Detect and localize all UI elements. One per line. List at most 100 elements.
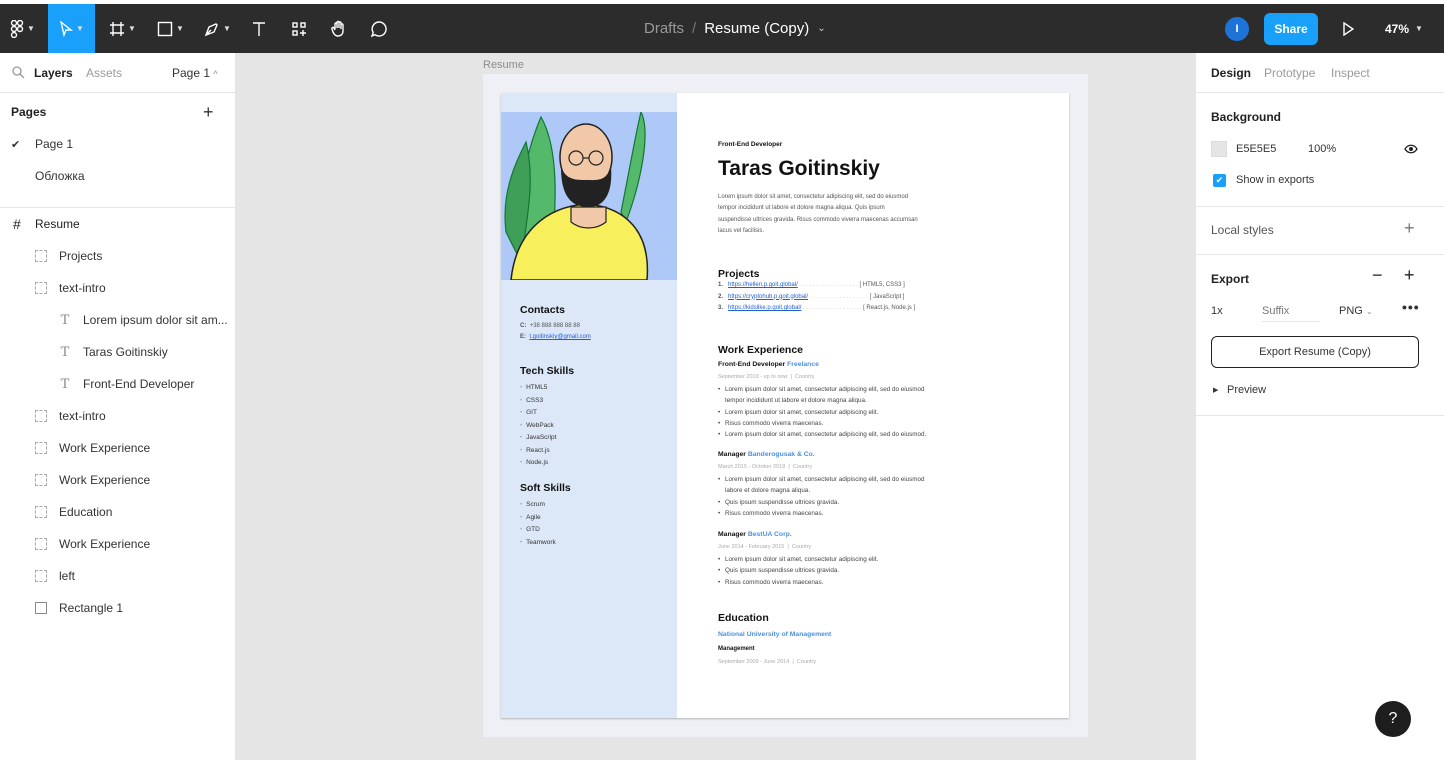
layer-item[interactable]: Rectangle 1 <box>35 592 123 624</box>
resume-sidebar: Contacts C: +38 888 888 88 88 E: t.goiti… <box>501 93 677 718</box>
chevron-down-icon[interactable]: ⌄ <box>817 23 825 34</box>
export-heading: Export <box>1211 272 1250 286</box>
layer-item[interactable]: T Front-End Developer <box>59 368 195 400</box>
skill-item: Scrum <box>520 499 556 512</box>
export-scale[interactable]: 1x <box>1211 305 1223 317</box>
bullet-item: Lorem ipsum dolor sit amet, consectetur … <box>718 384 978 396</box>
comment-tool-button[interactable] <box>364 4 394 53</box>
frame-icon <box>110 21 125 36</box>
chevron-down-icon: ⌄ <box>1365 307 1373 316</box>
skill-item: GIT <box>520 407 556 420</box>
group-icon <box>35 506 47 518</box>
phone: +38 888 888 88 88 <box>529 323 580 329</box>
chevron-down-icon: ▼ <box>223 24 231 33</box>
layer-label: text-intro <box>59 409 106 423</box>
layer-item[interactable]: Education <box>35 496 112 528</box>
layer-item[interactable]: Work Experience <box>35 432 150 464</box>
rectangle-icon <box>157 21 173 36</box>
skill-item: Teamwork <box>520 537 556 550</box>
chevron-down-icon: ▼ <box>1415 24 1423 33</box>
breadcrumb-drafts[interactable]: Drafts <box>644 20 684 37</box>
tab-prototype[interactable]: Prototype <box>1264 66 1315 80</box>
degree: Management <box>718 646 755 652</box>
bg-opacity-input[interactable]: 100% <box>1308 143 1336 155</box>
layer-item[interactable]: Projects <box>35 240 102 272</box>
dot-leader: . . . . . . . . . . . . . . . . . . <box>808 293 870 300</box>
layers-panel: Layers Assets Page 1 ^ Pages + ✔ Page 1 О… <box>0 53 236 760</box>
project-link[interactable]: https://hellen.p.goit.global/ <box>728 282 798 288</box>
search-icon[interactable] <box>12 66 25 79</box>
toolbar: ▼ ▼ ▼ ▼ ▼ Drafts / Resume (Copy) ⌄ I Sha… <box>0 0 1444 53</box>
file-name[interactable]: Resume (Copy) <box>704 20 809 37</box>
job-dates: September 2019 - up to now <box>718 374 788 380</box>
layer-label: Front-End Developer <box>83 377 195 391</box>
layer-item[interactable]: Work Experience <box>35 528 150 560</box>
layer-item[interactable]: left <box>35 560 75 592</box>
minus-icon[interactable]: − <box>1372 265 1383 286</box>
more-options-icon[interactable]: ••• <box>1402 299 1420 315</box>
tab-design[interactable]: Design <box>1211 66 1251 80</box>
job-dates-row: March 2015 - October 2018 | Country <box>718 464 812 470</box>
bullet-item: labore et dolore magna aliqua. <box>725 487 811 495</box>
project-row: 1. https://hellen.p.goit.global/ . . . .… <box>718 282 905 288</box>
suffix-input[interactable] <box>1262 300 1320 322</box>
main-menu-button[interactable]: ▼ <box>0 4 45 53</box>
bullet-item: Quis ipsum suspendisse ultrices gravida. <box>718 497 978 509</box>
job-bullets: Lorem ipsum dolor sit amet, consectetur … <box>718 554 978 588</box>
layer-item[interactable]: text-intro <box>35 400 106 432</box>
left-panel-tabs: Layers Assets Page 1 ^ <box>0 53 235 93</box>
layer-resume-frame[interactable]: # Resume <box>13 208 80 240</box>
play-icon <box>1343 21 1354 36</box>
show-in-exports-label: Show in exports <box>1236 174 1315 186</box>
share-button[interactable]: Share <box>1264 13 1318 45</box>
job-title: Manager <box>718 451 746 458</box>
zoom-dropdown[interactable]: 47% ▼ <box>1385 4 1423 53</box>
present-button[interactable] <box>1335 4 1361 53</box>
resume-frame[interactable]: Contacts C: +38 888 888 88 88 E: t.goiti… <box>483 74 1088 737</box>
cursor-icon <box>60 20 74 37</box>
tech-skills-list: HTML5CSS3GITWebPackJavaScriptReact.jsNod… <box>520 382 556 470</box>
layer-item[interactable]: T Lorem ipsum dolor sit am... <box>59 304 228 336</box>
move-tool-button[interactable]: ▼ <box>48 4 95 53</box>
page-item-page-1[interactable]: ✔ Page 1 <box>11 128 73 160</box>
shape-tool-button[interactable]: ▼ <box>148 4 193 53</box>
caret-right-icon[interactable]: ▶ <box>1213 386 1218 394</box>
tab-assets[interactable]: Assets <box>86 66 122 80</box>
avatar[interactable]: I <box>1225 17 1249 41</box>
page-item-cover[interactable]: Обложка <box>35 160 85 192</box>
resources-button[interactable] <box>284 4 314 53</box>
pen-tool-button[interactable]: ▼ <box>195 4 240 53</box>
soft-skills-heading: Soft Skills <box>520 482 571 494</box>
eye-icon[interactable] <box>1404 144 1418 154</box>
layer-item[interactable]: Work Experience <box>35 464 150 496</box>
format-select[interactable]: PNG ⌄ <box>1339 305 1373 317</box>
page-selector[interactable]: Page 1 ^ <box>172 66 218 80</box>
properties-panel: Design Prototype Inspect Background E5E5… <box>1195 53 1444 760</box>
layer-item[interactable]: text-intro <box>35 272 106 304</box>
help-button[interactable]: ? <box>1375 701 1411 737</box>
tab-layers[interactable]: Layers <box>34 66 73 80</box>
text-layer-icon: T <box>60 344 70 360</box>
group-icon <box>35 474 47 486</box>
bg-color-swatch[interactable] <box>1211 141 1227 157</box>
frame-label[interactable]: Resume <box>483 59 524 71</box>
canvas[interactable]: Resume Contacts C: +38 888 888 88 88 E: … <box>236 53 1195 760</box>
add-page-icon[interactable]: + <box>203 96 214 128</box>
preview-toggle[interactable]: Preview <box>1227 384 1266 396</box>
tab-inspect[interactable]: Inspect <box>1331 66 1370 80</box>
frame-tool-button[interactable]: ▼ <box>100 4 145 53</box>
job-dates-row: June 2014 - February 2015 | Country <box>718 544 811 550</box>
hand-tool-button[interactable] <box>324 4 354 53</box>
add-style-icon[interactable]: + <box>1404 218 1415 239</box>
show-in-exports-checkbox[interactable]: ✔ <box>1213 174 1226 187</box>
add-export-icon[interactable]: + <box>1404 265 1415 286</box>
skill-item: CSS3 <box>520 395 556 408</box>
bg-hex-input[interactable]: E5E5E5 <box>1236 143 1276 155</box>
text-tool-button[interactable] <box>244 4 274 53</box>
project-link[interactable]: https://kidslike.p.goit.global/ <box>728 305 801 311</box>
project-tags: [ JavaScript ] <box>869 293 905 300</box>
layer-item[interactable]: T Taras Goitinskiy <box>59 336 168 368</box>
export-button[interactable]: Export Resume (Copy) <box>1211 336 1419 368</box>
project-link[interactable]: https://cryptohub.p.goit.global/ <box>728 294 808 300</box>
email-label: E: <box>520 334 526 340</box>
